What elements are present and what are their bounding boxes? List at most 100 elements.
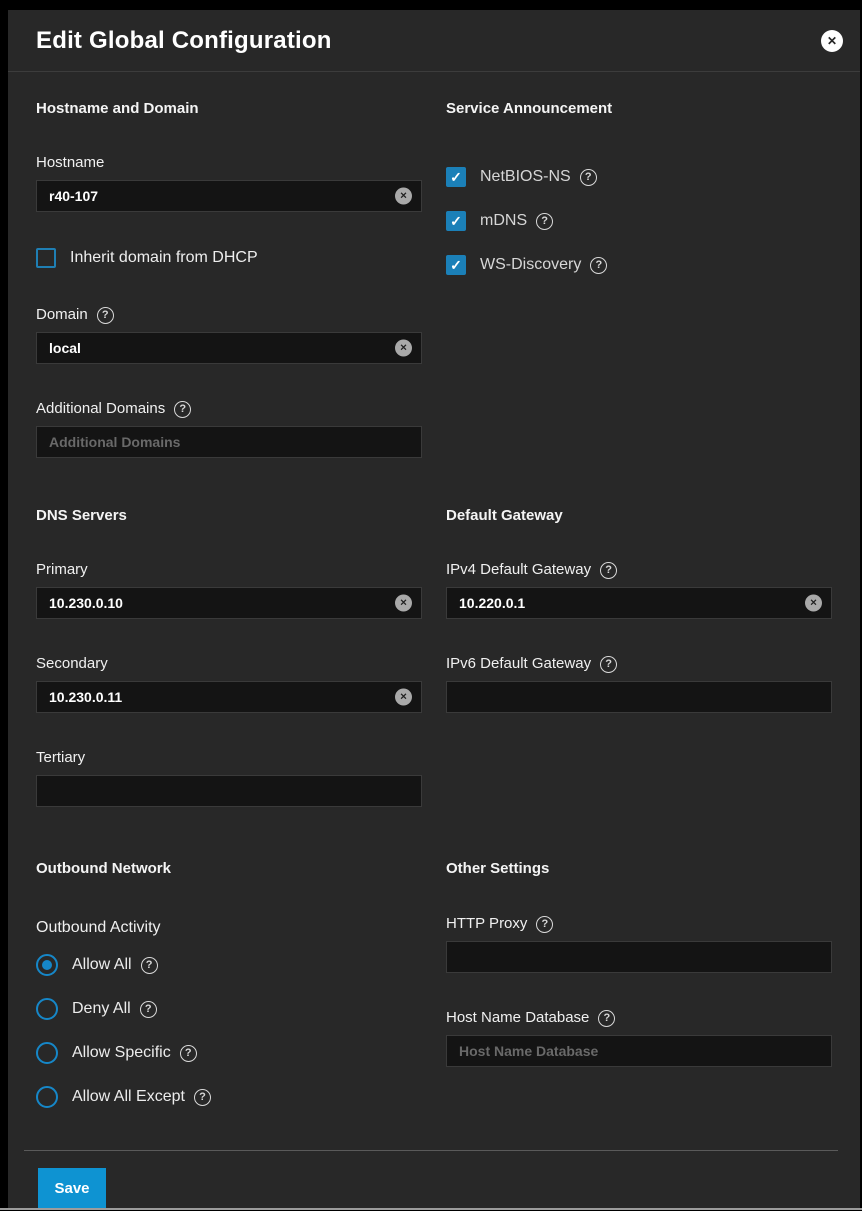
help-icon[interactable]: ?	[600, 562, 617, 579]
label-text: Host Name Database	[446, 1009, 589, 1027]
section-service-announcement: Service Announcement ✓ NetBIOS-NS ? ✓ mD…	[446, 100, 832, 507]
hostname-input[interactable]	[36, 180, 422, 212]
help-icon[interactable]: ?	[590, 257, 607, 274]
help-icon[interactable]: ?	[140, 1001, 157, 1018]
save-button[interactable]: Save	[38, 1168, 106, 1208]
checkbox-label: mDNS	[480, 212, 527, 230]
label-text: Tertiary	[36, 749, 85, 767]
domain-input[interactable]	[36, 332, 422, 364]
section-heading: Outbound Network	[36, 860, 422, 877]
input-wrap: ✕	[36, 681, 422, 713]
radio-selected-icon[interactable]	[36, 954, 58, 976]
input-wrap: ✕	[36, 587, 422, 619]
dialog-footer: Save	[24, 1150, 838, 1208]
dns-primary-input[interactable]	[36, 587, 422, 619]
clear-input-icon[interactable]: ✕	[395, 595, 412, 612]
input-wrap	[446, 681, 832, 713]
help-icon[interactable]: ?	[536, 213, 553, 230]
checkbox-checked-icon[interactable]: ✓	[446, 255, 466, 275]
help-icon[interactable]: ?	[536, 916, 553, 933]
http-proxy-input[interactable]	[446, 941, 832, 973]
radio-icon[interactable]	[36, 998, 58, 1020]
radio-deny-all[interactable]: Deny All ?	[36, 998, 422, 1020]
checkbox-label: NetBIOS-NS	[480, 168, 571, 186]
additional-domains-input[interactable]	[36, 426, 422, 458]
ipv4-gateway-label: IPv4 Default Gateway ?	[446, 561, 832, 579]
radio-label: Deny All	[72, 1000, 131, 1018]
help-icon[interactable]: ?	[600, 656, 617, 673]
host-name-database-field-group: Host Name Database ?	[446, 1009, 832, 1067]
label-text: Domain	[36, 306, 88, 324]
mdns-checkbox[interactable]: ✓ mDNS ?	[446, 211, 832, 231]
hostname-label: Hostname	[36, 154, 422, 172]
label-text: IPv4 Default Gateway	[446, 561, 591, 579]
section-other-settings: Other Settings HTTP Proxy ? Host Name Da…	[446, 860, 832, 1150]
edit-global-configuration-dialog: Edit Global Configuration ✕ Hostname and…	[8, 10, 860, 1208]
dialog-body: Hostname and Domain Hostname ✕ Inherit d…	[8, 72, 860, 1150]
http-proxy-field-group: HTTP Proxy ?	[446, 915, 832, 973]
ipv6-gateway-label: IPv6 Default Gateway ?	[446, 655, 832, 673]
close-button[interactable]: ✕	[821, 29, 845, 53]
dialog-header: Edit Global Configuration ✕	[8, 10, 860, 72]
section-default-gateway: Default Gateway IPv4 Default Gateway ? ✕…	[446, 507, 832, 860]
radio-icon[interactable]	[36, 1042, 58, 1064]
outbound-activity-label: Outbound Activity	[36, 919, 422, 937]
input-wrap	[36, 426, 422, 458]
help-icon[interactable]: ?	[174, 401, 191, 418]
additional-domains-field-group: Additional Domains ?	[36, 400, 422, 458]
radio-allow-all[interactable]: Allow All ?	[36, 954, 422, 976]
input-wrap	[446, 941, 832, 973]
clear-input-icon[interactable]: ✕	[395, 689, 412, 706]
ws-discovery-checkbox[interactable]: ✓ WS-Discovery ?	[446, 255, 832, 275]
section-heading: Hostname and Domain	[36, 100, 422, 117]
radio-icon[interactable]	[36, 1086, 58, 1108]
help-icon[interactable]: ?	[580, 169, 597, 186]
radio-allow-specific[interactable]: Allow Specific ?	[36, 1042, 422, 1064]
checkbox-label: Inherit domain from DHCP	[70, 249, 258, 267]
page-bottom-edge	[0, 1208, 862, 1210]
dns-secondary-input[interactable]	[36, 681, 422, 713]
hostname-field-group: Hostname ✕	[36, 154, 422, 212]
host-name-database-label: Host Name Database ?	[446, 1009, 832, 1027]
ipv6-gateway-field-group: IPv6 Default Gateway ?	[446, 655, 832, 713]
input-wrap: ✕	[36, 180, 422, 212]
dns-secondary-field-group: Secondary ✕	[36, 655, 422, 713]
help-icon[interactable]: ?	[97, 307, 114, 324]
netbios-ns-checkbox[interactable]: ✓ NetBIOS-NS ?	[446, 167, 832, 187]
clear-input-icon[interactable]: ✕	[395, 188, 412, 205]
checkbox-label: WS-Discovery	[480, 256, 581, 274]
section-outbound-network: Outbound Network Outbound Activity Allow…	[36, 860, 422, 1150]
clear-input-icon[interactable]: ✕	[395, 340, 412, 357]
close-icon: ✕	[821, 30, 843, 52]
input-wrap: ✕	[446, 587, 832, 619]
ipv4-gateway-input[interactable]	[446, 587, 832, 619]
input-wrap: ✕	[36, 332, 422, 364]
domain-label: Domain ?	[36, 306, 422, 324]
radio-label: Allow All	[72, 956, 132, 974]
inherit-domain-checkbox[interactable]: Inherit domain from DHCP	[36, 248, 422, 268]
dns-primary-field-group: Primary ✕	[36, 561, 422, 619]
section-heading: Other Settings	[446, 860, 832, 877]
dns-tertiary-input[interactable]	[36, 775, 422, 807]
checkbox-checked-icon[interactable]: ✓	[446, 167, 466, 187]
label-text: Hostname	[36, 154, 104, 172]
label-text: Secondary	[36, 655, 108, 673]
domain-field-group: Domain ? ✕	[36, 306, 422, 364]
help-icon[interactable]: ?	[141, 957, 158, 974]
help-icon[interactable]: ?	[598, 1010, 615, 1027]
input-wrap	[36, 775, 422, 807]
radio-allow-all-except[interactable]: Allow All Except ?	[36, 1086, 422, 1108]
dns-tertiary-label: Tertiary	[36, 749, 422, 767]
checkbox-unchecked-icon[interactable]	[36, 248, 56, 268]
section-heading: Default Gateway	[446, 507, 832, 524]
additional-domains-label: Additional Domains ?	[36, 400, 422, 418]
host-name-database-input[interactable]	[446, 1035, 832, 1067]
section-dns-servers: DNS Servers Primary ✕ Secondary ✕	[36, 507, 422, 860]
clear-input-icon[interactable]: ✕	[805, 595, 822, 612]
section-hostname-and-domain: Hostname and Domain Hostname ✕ Inherit d…	[36, 100, 422, 507]
radio-label: Allow All Except	[72, 1088, 185, 1106]
help-icon[interactable]: ?	[194, 1089, 211, 1106]
ipv6-gateway-input[interactable]	[446, 681, 832, 713]
help-icon[interactable]: ?	[180, 1045, 197, 1062]
checkbox-checked-icon[interactable]: ✓	[446, 211, 466, 231]
